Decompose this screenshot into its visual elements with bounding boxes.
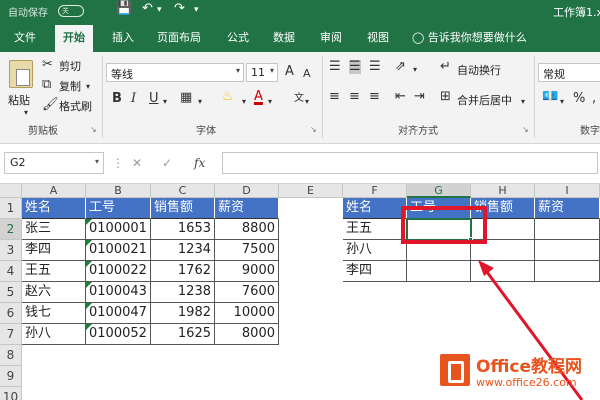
orientation-icon[interactable]: ⇗ <box>395 60 406 74</box>
ribbon-separator <box>322 56 323 138</box>
watermark-url: www.office26.com <box>476 376 577 389</box>
tab-data[interactable]: 数据 <box>273 29 295 45</box>
align-bottom-icon[interactable]: ☰ <box>369 60 381 74</box>
ribbon-separator <box>102 56 103 138</box>
name-box-value: G2 <box>10 156 26 169</box>
tab-insert[interactable]: 插入 <box>112 29 134 45</box>
ribbon-tab-bar: 文件 开始 插入 页面布局 公式 数据 审阅 视图 ◯ 告诉我你想要做什么 <box>0 22 600 52</box>
autosave-toggle[interactable]: 关 <box>58 5 84 17</box>
grow-font-icon[interactable]: A <box>285 65 294 79</box>
copy-dropdown-icon[interactable]: ▾ <box>86 80 90 94</box>
title-bar: 自动保存 关 💾 ↶ ▾ ↷ ▾ 工作簿1.x <box>0 0 600 22</box>
undo-dropdown-icon[interactable]: ▾ <box>157 5 162 15</box>
phonetic-guide-icon[interactable]: 文 <box>294 92 304 106</box>
cut-button[interactable]: 剪切 <box>59 58 81 74</box>
font-launcher-icon[interactable]: ↘ <box>310 125 317 134</box>
customize-toolbar-icon[interactable]: ▾ <box>194 5 199 15</box>
tab-formulas[interactable]: 公式 <box>227 29 249 45</box>
enter-icon[interactable]: ✓ <box>162 156 172 170</box>
watermark: Office教程网 www.office26.com <box>440 352 600 400</box>
format-painter-icon[interactable]: 🖌 <box>42 98 59 112</box>
align-top-icon[interactable]: ☰ <box>329 60 341 74</box>
font-name-combo[interactable]: 等线 ▾ <box>106 63 244 82</box>
copy-button[interactable]: 复制 <box>59 78 81 94</box>
accounting-format-icon[interactable]: 💶 <box>542 90 558 104</box>
alignment-group-label: 对齐方式 <box>398 126 438 137</box>
font-name-value: 等线 <box>111 68 133 81</box>
increase-indent-icon[interactable]: ⇥ <box>414 90 425 104</box>
chevron-down-icon: ▾ <box>269 66 274 75</box>
font-size-value: 11 <box>251 66 265 79</box>
decrease-indent-icon[interactable]: ⇤ <box>395 90 406 104</box>
borders-dropdown-icon[interactable]: ▾ <box>198 95 202 109</box>
paste-dropdown-icon[interactable]: ▾ <box>24 106 28 120</box>
tab-page-layout[interactable]: 页面布局 <box>157 29 201 45</box>
insert-function-icon[interactable]: fx <box>194 156 205 170</box>
formula-input[interactable] <box>222 152 598 174</box>
borders-icon[interactable]: ▦ <box>180 91 192 105</box>
accounting-dropdown-icon[interactable]: ▾ <box>560 95 564 109</box>
shrink-font-icon[interactable]: A <box>303 67 311 81</box>
tab-home[interactable]: 开始 <box>55 25 93 52</box>
undo-icon[interactable]: ↶ <box>142 1 153 16</box>
drag-handle-icon[interactable]: ⋮ <box>112 156 124 170</box>
tab-review[interactable]: 审阅 <box>320 29 342 45</box>
clipboard-launcher-icon[interactable]: ↘ <box>90 125 97 134</box>
window-title: 工作簿1.x <box>553 6 600 19</box>
alignment-launcher-icon[interactable]: ↘ <box>522 125 529 134</box>
tell-me-box[interactable]: ◯ 告诉我你想要做什么 <box>412 29 527 45</box>
phonetic-dropdown-icon[interactable]: ▾ <box>305 95 309 109</box>
align-middle-icon[interactable]: ☰ <box>349 60 361 74</box>
align-left-icon[interactable]: ≡ <box>329 90 340 104</box>
office-logo-icon <box>440 354 470 386</box>
chevron-down-icon: ▾ <box>235 66 240 75</box>
chevron-down-icon: ▾ <box>94 157 99 166</box>
save-icon[interactable]: 💾 <box>116 1 132 16</box>
wrap-text-button[interactable]: 自动换行 <box>457 62 501 78</box>
bold-button[interactable]: B <box>112 92 122 106</box>
merge-center-button[interactable]: 合并后居中 <box>457 92 512 108</box>
merge-dropdown-icon[interactable]: ▾ <box>521 95 525 109</box>
scissors-icon[interactable]: ✂ <box>42 58 53 72</box>
copy-icon[interactable]: ⧉ <box>42 78 51 92</box>
font-size-combo[interactable]: 11 ▾ <box>246 63 278 82</box>
cancel-icon[interactable]: ✕ <box>132 156 142 170</box>
underline-dropdown-icon[interactable]: ▾ <box>163 95 167 109</box>
align-right-icon[interactable]: ≡ <box>369 90 380 104</box>
formula-bar: G2 ▾ ⋮ ✕ ✓ fx <box>0 144 600 184</box>
font-color-dropdown-icon[interactable]: ▾ <box>268 95 272 109</box>
align-center-icon[interactable]: ≡ <box>349 90 360 104</box>
name-box[interactable]: G2 ▾ <box>4 152 104 174</box>
ribbon-separator <box>534 56 535 138</box>
tab-view[interactable]: 视图 <box>367 29 389 45</box>
paste-icon[interactable] <box>9 60 33 88</box>
number-group-label: 数字 <box>580 126 600 137</box>
italic-button[interactable]: I <box>131 92 136 106</box>
fill-color-dropdown-icon[interactable]: ▾ <box>242 95 246 109</box>
number-format-combo[interactable]: 常规 <box>538 63 600 82</box>
clipboard-group-label: 剪贴板 <box>28 126 58 137</box>
format-painter-button[interactable]: 格式刷 <box>59 98 92 114</box>
font-color-icon[interactable]: A <box>254 90 263 104</box>
fill-color-icon[interactable]: ♨ <box>222 90 234 104</box>
percent-style-button[interactable]: % <box>573 92 585 106</box>
tab-file[interactable]: 文件 <box>14 29 36 45</box>
orientation-dropdown-icon[interactable]: ▾ <box>413 63 417 77</box>
ribbon-home: 粘贴 ▾ ✂ 剪切 ⧉ 复制 ▾ 🖌 格式刷 剪贴板 ↘ 等线 ▾ 11 ▾ A… <box>0 52 600 144</box>
font-group-label: 字体 <box>196 126 216 137</box>
watermark-title: Office教程网 <box>476 357 583 377</box>
wrap-text-icon[interactable]: ↵ <box>440 60 451 74</box>
number-format-value: 常规 <box>543 68 565 81</box>
underline-button[interactable]: U <box>149 92 159 106</box>
lightbulb-icon: ◯ <box>412 31 425 44</box>
merge-center-icon[interactable]: ⊞ <box>440 90 451 104</box>
annotation-arrow-head <box>478 260 494 276</box>
tell-me-text: 告诉我你想要做什么 <box>427 31 527 44</box>
autosave-label: 自动保存 <box>8 8 48 19</box>
redo-icon[interactable]: ↷ <box>174 1 185 16</box>
comma-style-button[interactable]: , <box>592 92 596 106</box>
